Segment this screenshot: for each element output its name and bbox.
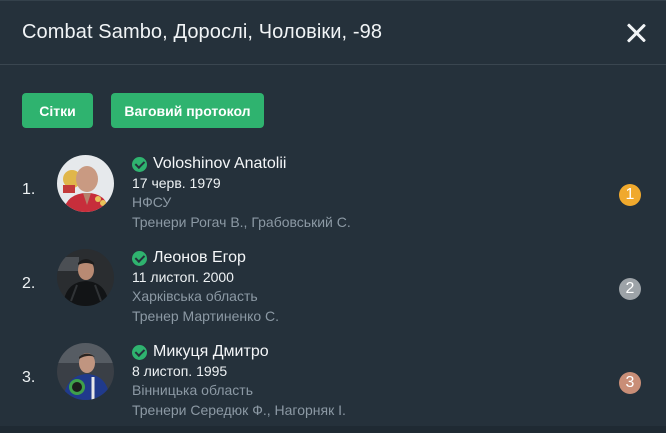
athlete-region: Вінницька область <box>132 382 253 398</box>
close-icon[interactable] <box>622 19 650 47</box>
athlete-name[interactable]: Voloshinov Anatolii <box>153 155 286 173</box>
athlete-name[interactable]: Микуця Дмитро <box>153 343 269 361</box>
results-list: 1. Voloshinov Anatolii 17 черв. 1979 НФС… <box>0 151 666 433</box>
result-row[interactable]: 1. Voloshinov Anatolii 17 черв. 1979 НФС… <box>0 151 666 245</box>
weigh-in-protocol-button[interactable]: Ваговий протокол <box>111 93 264 128</box>
results-modal: Combat Sambo, Дорослі, Чоловіки, -98 Сіт… <box>0 0 666 426</box>
athlete-dob: 8 листоп. 1995 <box>132 363 228 379</box>
athlete-dob: 17 черв. 1979 <box>132 175 221 191</box>
athlete-coach: Тренер Мартиненко С. <box>132 308 280 324</box>
result-row[interactable]: 2. Леонов Егор 11 листоп. 2000 Харківськ <box>0 245 666 339</box>
modal-title: Combat Sambo, Дорослі, Чоловіки, -98 <box>22 21 383 43</box>
grids-button[interactable]: Сітки <box>22 93 93 128</box>
verified-check-icon <box>132 250 147 266</box>
athlete-avatar <box>57 249 114 306</box>
athlete-name[interactable]: Леонов Егор <box>153 249 246 267</box>
modal-header: Combat Sambo, Дорослі, Чоловіки, -98 <box>0 1 666 65</box>
athlete-dob: 11 листоп. 2000 <box>132 269 234 285</box>
athlete-info: Voloshinov Anatolii 17 черв. 1979 НФСУ Т… <box>132 153 351 232</box>
place-number: 2. <box>22 275 36 292</box>
action-bar: Сітки Ваговий протокол <box>0 65 666 128</box>
bronze-medal-badge: 3 <box>619 372 641 394</box>
place-number: 3. <box>22 369 36 386</box>
athlete-region: НФСУ <box>132 194 172 210</box>
result-row[interactable]: 3. Микуця Дмитро 8 листоп. 1995 Вінницьк… <box>0 339 666 433</box>
athlete-avatar <box>57 155 114 212</box>
athlete-info: Микуця Дмитро 8 листоп. 1995 Вінницька о… <box>132 341 346 420</box>
athlete-coach: Тренери Середюк Ф., Нагорняк І. <box>132 402 346 418</box>
verified-check-icon <box>132 156 147 172</box>
athlete-coach: Тренери Рогач В., Грабовський С. <box>132 214 351 230</box>
athlete-avatar <box>57 343 114 400</box>
place-number: 1. <box>22 181 36 198</box>
verified-check-icon <box>132 344 147 360</box>
athlete-info: Леонов Егор 11 листоп. 2000 Харківська о… <box>132 247 279 326</box>
gold-medal-badge: 1 <box>619 184 641 206</box>
silver-medal-badge: 2 <box>619 278 641 300</box>
athlete-region: Харківська область <box>132 288 258 304</box>
